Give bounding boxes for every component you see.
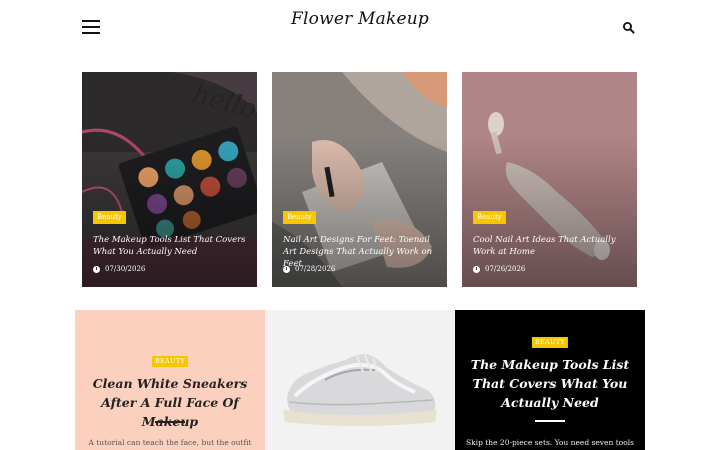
post-date: 07/26/2026 (473, 265, 525, 273)
search-icon[interactable] (622, 20, 636, 34)
featured-post-card[interactable]: Beauty Nail Art Designs For Feet: Toenai… (272, 72, 447, 287)
post-date: 07/30/2026 (93, 265, 145, 273)
promo-post-panel[interactable]: BEAUTY The Makeup Tools List That Covers… (455, 310, 645, 450)
divider (155, 421, 185, 423)
post-excerpt: A tutorial can teach the face, but the o… (88, 438, 252, 447)
post-title[interactable]: Cool Nail Art Ideas That Actually Work a… (473, 234, 628, 258)
featured-post-card[interactable]: hello Beauty The Makeup Tools List That … (82, 72, 257, 287)
post-date-text: 07/28/2026 (295, 265, 336, 273)
sneaker-image-panel[interactable] (265, 310, 455, 450)
site-logo[interactable]: Flower Makeup (0, 9, 720, 29)
category-badge[interactable]: BEAUTY (151, 356, 189, 367)
promo-post-panel[interactable]: BEAUTY Clean White Sneakers After A Full… (75, 310, 265, 450)
post-excerpt: Skip the 20-piece sets. You need seven t… (466, 438, 634, 450)
post-date-text: 07/26/2026 (485, 265, 526, 273)
category-badge[interactable]: Beauty (283, 211, 316, 224)
category-badge[interactable]: Beauty (93, 211, 126, 224)
post-title[interactable]: The Makeup Tools List That Covers What Y… (465, 355, 635, 412)
clock-icon (283, 265, 290, 273)
category-badge[interactable]: Beauty (473, 211, 506, 224)
post-date: 07/28/2026 (283, 265, 335, 273)
divider (535, 420, 565, 422)
silver-sneaker-photo (283, 354, 437, 426)
clock-icon (473, 265, 480, 273)
site-header: Flower Makeup (0, 0, 720, 56)
featured-post-card[interactable]: Beauty Cool Nail Art Ideas That Actually… (462, 72, 637, 287)
clock-icon (93, 265, 100, 273)
post-title[interactable]: The Makeup Tools List That Covers What Y… (93, 234, 248, 258)
post-date-text: 07/30/2026 (105, 265, 146, 273)
category-badge[interactable]: BEAUTY (531, 337, 569, 348)
